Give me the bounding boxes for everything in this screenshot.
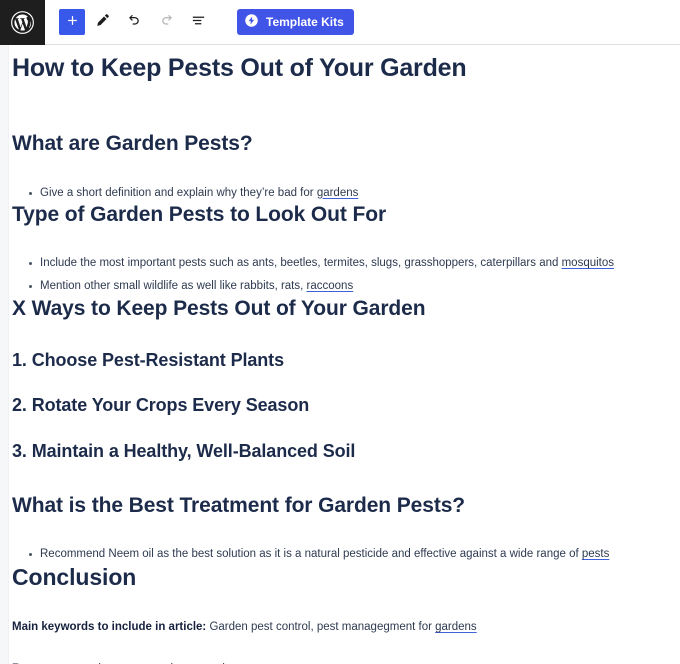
- list-item[interactable]: Recommend Neem oil as the best solution …: [12, 546, 664, 563]
- editor-header: Template Kits: [0, 0, 680, 45]
- wordpress-logo-button[interactable]: [0, 0, 45, 45]
- undo-arrow-icon: [126, 12, 143, 32]
- post-title[interactable]: How to Keep Pests Out of Your Garden: [12, 45, 664, 84]
- pencil-icon: [94, 12, 111, 32]
- undo-button[interactable]: [119, 7, 149, 37]
- lightning-bolt-icon: [244, 13, 259, 31]
- list-item[interactable]: Give a short definition and explain why …: [12, 185, 664, 202]
- redo-button[interactable]: [151, 7, 181, 37]
- list-item-text: Include the most important pests such as…: [40, 257, 562, 269]
- heading-block-way-3[interactable]: 3. Maintain a Healthy, Well-Balanced Soi…: [12, 440, 664, 463]
- list-block-treatment[interactable]: Recommend Neem oil as the best solution …: [12, 546, 664, 563]
- redo-arrow-icon: [158, 12, 175, 32]
- list-item-text: Mention other small wildlife as well lik…: [40, 280, 307, 293]
- heading-block-type-of-garden-pests[interactable]: Type of Garden Pests to Look Out For: [12, 202, 664, 228]
- list-view-icon: [190, 12, 207, 32]
- plus-icon: [65, 13, 80, 31]
- list-item-text: Recommend Neem oil as the best solution …: [40, 548, 582, 561]
- paragraph-block-main-keywords[interactable]: Main keywords to include in article: Gar…: [12, 619, 664, 636]
- editor-toolbar: Template Kits: [45, 0, 354, 44]
- list-item-text: Give a short definition and explain why …: [40, 186, 317, 199]
- heading-block-conclusion[interactable]: Conclusion: [12, 563, 664, 592]
- details-button[interactable]: [183, 7, 213, 37]
- list-item[interactable]: Include the most important pests such as…: [12, 255, 664, 272]
- heading-block-best-treatment[interactable]: What is the Best Treatment for Garden Pe…: [12, 493, 664, 519]
- block-inserter-button[interactable]: [59, 9, 85, 35]
- list-block-definition[interactable]: Give a short definition and explain why …: [12, 185, 664, 202]
- inline-link-raccoons[interactable]: raccoons: [307, 280, 354, 292]
- heading-block-way-2[interactable]: 2. Rotate Your Crops Every Season: [12, 394, 664, 417]
- heading-block-way-1[interactable]: 1. Choose Pest-Resistant Plants: [12, 349, 664, 372]
- list-block-pest-types[interactable]: Include the most important pests such as…: [12, 255, 664, 296]
- main-keywords-text: Garden pest control, pest managegment fo…: [206, 621, 436, 634]
- main-keywords-label: Main keywords to include in article:: [12, 621, 207, 634]
- document-body: How to Keep Pests Out of Your Garden Wha…: [0, 45, 680, 664]
- template-kits-label: Template Kits: [266, 15, 344, 29]
- inline-link-mosquitos[interactable]: mosquitos: [562, 257, 614, 269]
- template-kits-button[interactable]: Template Kits: [237, 9, 354, 35]
- inline-link-pests[interactable]: pests: [582, 548, 610, 560]
- heading-block-what-are-garden-pests[interactable]: What are Garden Pests?: [12, 131, 664, 157]
- editor-canvas: How to Keep Pests Out of Your Garden Wha…: [0, 45, 680, 664]
- heading-block-x-ways[interactable]: X Ways to Keep Pests Out of Your Garden: [12, 296, 664, 322]
- tools-button[interactable]: [87, 7, 117, 37]
- inline-link-gardens[interactable]: gardens: [317, 187, 359, 199]
- wordpress-icon: [10, 10, 35, 35]
- inline-link-gardens-2[interactable]: gardens: [435, 621, 477, 633]
- list-item[interactable]: Mention other small wildlife as well lik…: [12, 278, 664, 295]
